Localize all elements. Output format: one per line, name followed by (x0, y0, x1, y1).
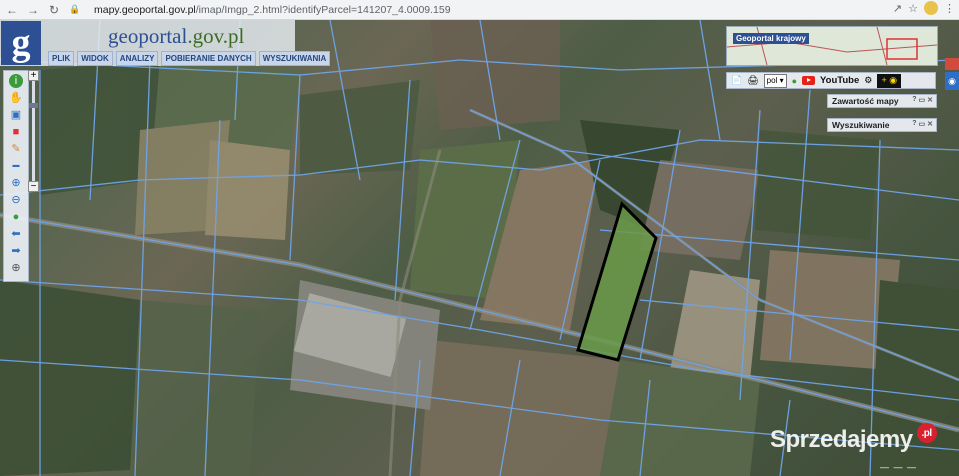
share-icon[interactable]: ↗ (893, 2, 902, 15)
crosshair-icon[interactable]: ⊕ (9, 261, 23, 275)
panel-search[interactable]: Wyszukiwanie ? ▭ ✕ (827, 118, 937, 132)
lock-icon: 🔒 (69, 4, 81, 14)
help-icon[interactable]: ? (912, 120, 916, 128)
panel-search-title: Wyszukiwanie (832, 120, 890, 130)
browser-toolbar: ← → ↻ 🔒 mapy.geoportal.gov.pl/imap/Imgp_… (0, 0, 959, 20)
youtube-label[interactable]: YouTube (820, 75, 859, 86)
menu-pobieranie-danych[interactable]: POBIERANIE DANYCH (161, 51, 256, 66)
pan-hand-icon[interactable]: ✋ (9, 91, 23, 105)
url-host: mapy.geoportal.gov.pl (94, 3, 196, 16)
panel-map-content[interactable]: Zawartość mapy ? ▭ ✕ (827, 94, 937, 108)
back-icon[interactable]: ← (3, 1, 21, 19)
side-tab-red[interactable] (945, 58, 959, 70)
help-icon[interactable]: ? (912, 96, 916, 104)
panel-map-content-title: Zawartość mapy (832, 96, 899, 106)
zoom-out-icon[interactable]: ⊖ (9, 193, 23, 207)
zoom-slider[interactable]: + − (28, 70, 39, 194)
zoom-track[interactable] (29, 81, 38, 181)
print-doc-icon[interactable]: 📄 (731, 75, 742, 86)
measure-icon[interactable]: ■ (9, 125, 23, 139)
title-main: geoportal (108, 24, 188, 48)
close-icon[interactable]: ✕ (927, 96, 933, 104)
scale-icon[interactable]: ▬ (9, 159, 23, 173)
site-title: geoportal.gov.pl (108, 24, 244, 49)
minimize-icon[interactable]: ▭ (919, 96, 926, 104)
main-menu: PLIK WIDOK ANALIZY POBIERANIE DANYCH WYS… (48, 51, 331, 66)
zoom-in-icon[interactable]: ⊕ (9, 176, 23, 190)
geoportal-logo[interactable]: g (1, 21, 41, 65)
youtube-icon[interactable] (802, 76, 816, 85)
zoom-plus-button[interactable]: + (28, 70, 39, 81)
forward-icon[interactable]: → (24, 1, 42, 19)
address-bar[interactable]: mapy.geoportal.gov.pl/imap/Imgp_2.html?i… (94, 4, 451, 16)
menu-wyszukiwania[interactable]: WYSZUKIWANIA (258, 51, 331, 66)
zoom-handle[interactable] (29, 103, 38, 108)
contrast-toggle[interactable]: + ◉ (877, 73, 902, 88)
printer-icon[interactable]: 🖨 (747, 75, 758, 86)
overview-map[interactable]: Geoportal krajowy (726, 26, 938, 66)
reload-icon[interactable]: ↻ (45, 1, 63, 19)
eye-side-icon[interactable]: ◉ (945, 72, 959, 90)
menu-widok[interactable]: WIDOK (77, 51, 113, 66)
close-icon[interactable]: ✕ (927, 120, 933, 128)
forward-arrow-icon[interactable]: ➡ (9, 244, 23, 258)
map-toolbar: i ✋ ▣ ■ ✎ ▬ ⊕ ⊖ ● ⬅ ➡ ⊕ (3, 70, 29, 282)
url-path: /imap/Imgp_2.html?identifyParcel=141207_… (195, 3, 451, 16)
accessibility-icon[interactable]: ⚙ (864, 75, 872, 86)
help-icon[interactable]: ● (792, 76, 797, 86)
avatar[interactable] (924, 1, 938, 15)
watermark-suffix: .pl (916, 423, 937, 443)
watermark-text: Sprzedajemy (770, 426, 913, 453)
control-bar: 📄 🖨 pol ▾ ● YouTube ⚙ + ◉ (726, 72, 936, 89)
back-arrow-icon[interactable]: ⬅ (9, 227, 23, 241)
menu-analizy[interactable]: ANALIZY (115, 51, 159, 66)
globe-icon[interactable]: ● (9, 210, 23, 224)
minimize-icon[interactable]: ▭ (919, 120, 926, 128)
info-icon[interactable]: i (9, 74, 23, 88)
overview-label: Geoportal krajowy (733, 33, 809, 44)
menu-icon[interactable]: ⋮ (944, 2, 955, 15)
language-value: pol (766, 76, 778, 85)
title-sub: .gov.pl (187, 24, 245, 48)
menu-plik[interactable]: PLIK (48, 51, 75, 66)
language-select[interactable]: pol ▾ (763, 73, 787, 88)
zoom-minus-button[interactable]: − (28, 181, 39, 192)
pencil-icon[interactable]: ✎ (9, 142, 23, 156)
select-icon[interactable]: ▣ (9, 108, 23, 122)
watermark: Sprzedajemy .pl (770, 423, 937, 454)
watermark-dots: — — — (880, 462, 918, 472)
star-icon[interactable]: ☆ (908, 2, 918, 15)
